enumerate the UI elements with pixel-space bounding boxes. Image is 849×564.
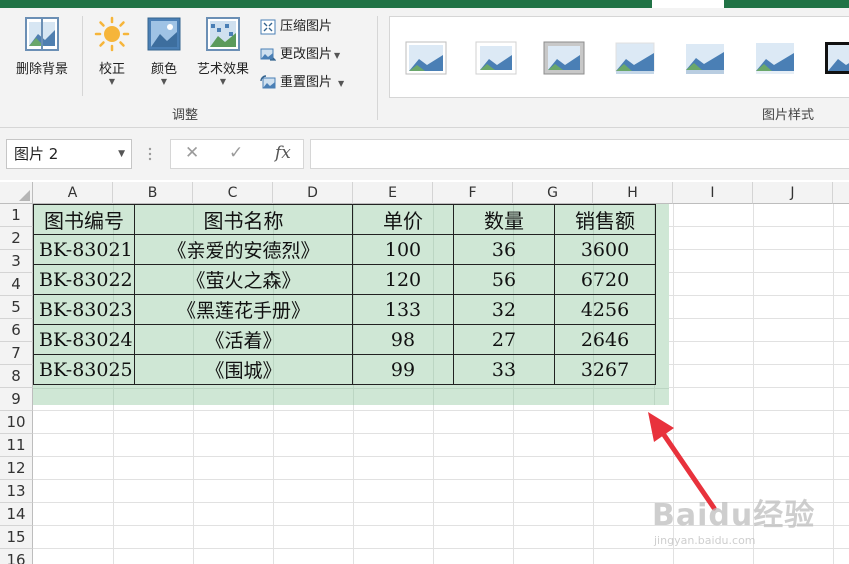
watermark-main: Baidu经验 <box>652 498 816 533</box>
red-arrow-annotation <box>648 412 717 511</box>
watermark-sub: jingyan.baidu.com <box>654 534 756 547</box>
baidu-watermark: Baidu经验 jingyan.baidu.com <box>652 490 815 547</box>
excel-window: 删除背景 校正 ▼ 颜色 ▼ 艺术效果 ▼ 压缩图片 更改图片 ▼ 重置图片 ▼… <box>0 0 849 564</box>
